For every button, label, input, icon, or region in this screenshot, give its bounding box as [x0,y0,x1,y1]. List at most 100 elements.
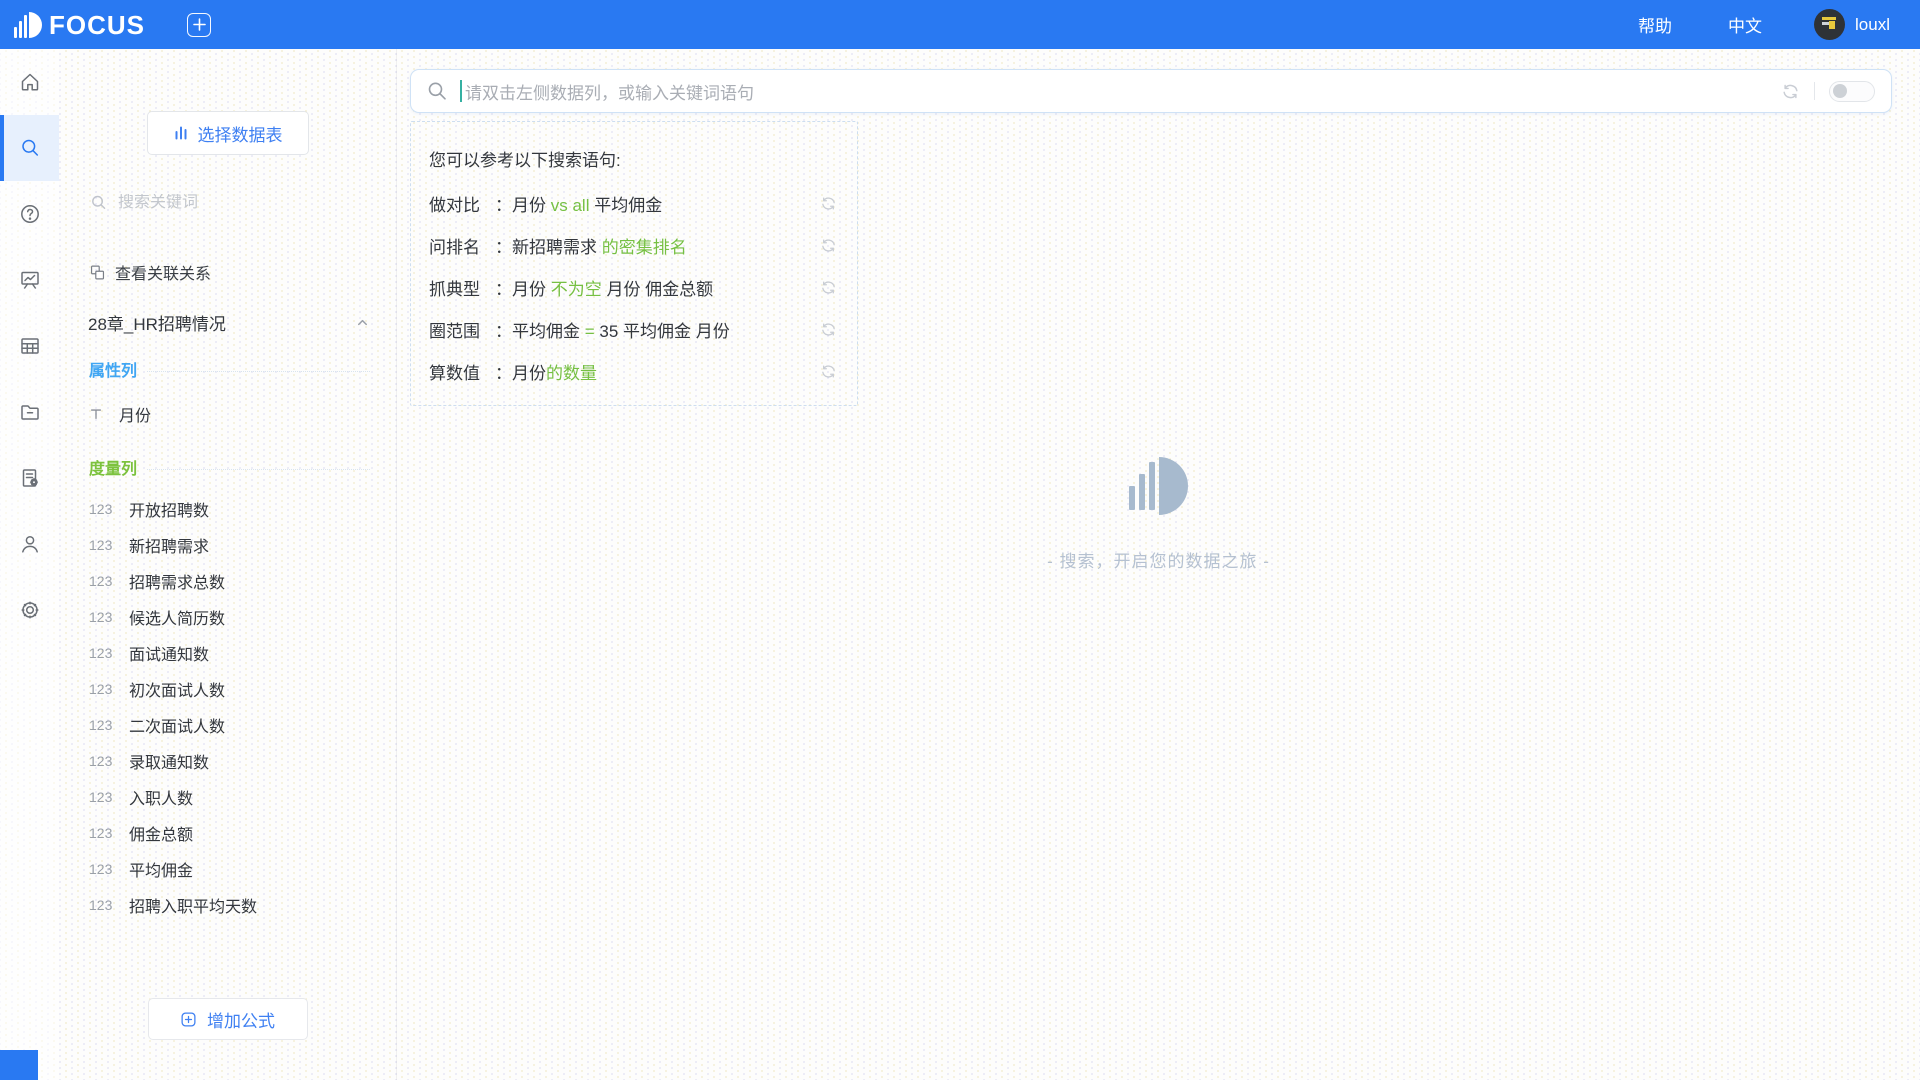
main-search-bar[interactable]: 请双击左侧数据列，或输入关键词语句 [410,69,1892,113]
top-bar: FOCUS 帮助 中文 louxl [0,0,1920,49]
suggestion-query[interactable]: 平均佣金 = 35 平均佣金 月份 [512,317,812,342]
suggestion-row: 圈范围 ： 平均佣金 = 35 平均佣金 月份 [429,319,837,339]
folder-icon [18,400,42,424]
rail-item-settings[interactable] [0,577,59,643]
brand: FOCUS [14,12,145,38]
numeric-type-icon: 123 [89,573,115,589]
select-table-button[interactable]: 选择数据表 [147,111,309,155]
suggestions-panel: 您可以参考以下搜索语句: 做对比 ： 月份 vs all 平均佣金 问排名 ： … [410,121,858,406]
suggestion-row: 算数值 ： 月份的数量 [429,361,837,381]
language-link[interactable]: 中文 [1728,12,1762,37]
left-rail [0,49,59,1080]
search-icon [18,136,42,160]
chevron-up-icon[interactable] [355,315,370,330]
refresh-icon[interactable] [1781,82,1800,101]
numeric-type-icon: 123 [89,825,115,841]
suggestion-query[interactable]: 月份 不为空 月份 佣金总额 [512,275,812,300]
dataset-header[interactable]: 28章_HR招聘情况 [88,310,370,335]
refresh-suggestion-icon[interactable] [820,321,837,338]
numeric-type-icon: 123 [89,537,115,553]
measure-list: 123 开放招聘数 123 新招聘需求 123 招聘需求总数 123 候选人简历… [59,491,396,923]
search-icon [426,80,448,102]
measure-item[interactable]: 123 录取通知数 [59,743,396,779]
rail-item-data-manage[interactable] [0,445,59,511]
attribute-label: 月份 [119,402,151,426]
gear-icon [18,598,42,622]
search-mode-toggle[interactable] [1829,81,1875,102]
data-panel: 选择数据表 查看关联关系 28章_HR招聘情况 属性列 月份 度量列 123 [59,49,397,1080]
empty-state: - 搜索，开启您的数据之旅 - [397,453,1920,572]
question-icon [18,202,42,226]
numeric-type-icon: 123 [89,717,115,733]
rail-item-pinboard[interactable] [0,247,59,313]
measure-item[interactable]: 123 候选人简历数 [59,599,396,635]
rail-item-home[interactable] [0,49,59,115]
suggestions-header: 您可以参考以下搜索语句: [429,146,837,171]
rail-item-folder[interactable] [0,379,59,445]
measure-item[interactable]: 123 平均佣金 [59,851,396,887]
rail-item-search[interactable] [0,115,59,181]
refresh-suggestion-icon[interactable] [820,237,837,254]
suggestion-query[interactable]: 月份的数量 [512,359,812,384]
numeric-type-icon: 123 [89,681,115,697]
suggestion-category: 抓典型 [429,275,495,300]
refresh-suggestion-icon[interactable] [820,195,837,212]
table-icon [18,334,42,358]
suggestion-category: 算数值 [429,359,495,384]
add-formula-button[interactable]: 增加公式 [148,998,308,1040]
main-area: 请双击左侧数据列，或输入关键词语句 您可以参考以下搜索语句: 做对比 ： 月份 … [397,49,1920,1080]
view-relations-label: 查看关联关系 [115,260,211,284]
measure-item[interactable]: 123 面试通知数 [59,635,396,671]
document-gear-icon [18,466,42,490]
suggestion-query[interactable]: 新招聘需求 的密集排名 [512,233,812,258]
measure-section-header: 度量列 [89,455,370,479]
suggestion-row: 问排名 ： 新招聘需求 的密集排名 [429,235,837,255]
measure-item[interactable]: 123 二次面试人数 [59,707,396,743]
numeric-type-icon: 123 [89,753,115,769]
search-icon [89,193,108,212]
measure-item[interactable]: 123 新招聘需求 [59,527,396,563]
main-search-placeholder[interactable]: 请双击左侧数据列，或输入关键词语句 [465,79,1781,104]
text-caret [460,80,462,102]
new-tab-button[interactable] [187,13,211,37]
divider [1814,82,1815,100]
brand-name: FOCUS [49,12,145,38]
refresh-suggestion-icon[interactable] [820,279,837,296]
suggestion-category: 圈范围 [429,317,495,342]
refresh-suggestion-icon[interactable] [820,363,837,380]
attribute-section-header: 属性列 [89,357,370,381]
avatar[interactable] [1814,9,1845,40]
measure-item[interactable]: 123 初次面试人数 [59,671,396,707]
help-link[interactable]: 帮助 [1638,12,1672,37]
suggestion-category: 做对比 [429,191,495,216]
home-icon [18,70,42,94]
rail-item-users[interactable] [0,511,59,577]
plus-square-icon [180,1011,197,1028]
relations-icon [89,264,106,281]
measure-item[interactable]: 123 入职人数 [59,779,396,815]
numeric-type-icon: 123 [89,897,115,913]
focus-logo-icon [14,12,42,38]
keyword-search-input[interactable] [118,194,318,212]
username[interactable]: louxl [1855,15,1890,35]
measure-item[interactable]: 123 开放招聘数 [59,491,396,527]
suggestion-query[interactable]: 月份 vs all 平均佣金 [512,191,812,216]
sidebar-search[interactable] [89,193,370,220]
measure-item[interactable]: 123 佣金总额 [59,815,396,851]
rail-item-tables[interactable] [0,313,59,379]
numeric-type-icon: 123 [89,501,115,517]
rail-item-help[interactable] [0,181,59,247]
view-relations-button[interactable]: 查看关联关系 [89,260,396,284]
focus-watermark-icon [1129,453,1188,515]
numeric-type-icon: 123 [89,861,115,877]
user-icon [18,532,42,556]
attribute-item-month[interactable]: 月份 [89,401,396,427]
numeric-type-icon: 123 [89,789,115,805]
feedback-widget-button[interactable] [0,1050,38,1080]
plus-icon [193,18,206,31]
text-type-icon [89,407,103,421]
suggestion-row: 抓典型 ： 月份 不为空 月份 佣金总额 [429,277,837,297]
numeric-type-icon: 123 [89,609,115,625]
measure-item[interactable]: 123 招聘入职平均天数 [59,887,396,923]
measure-item[interactable]: 123 招聘需求总数 [59,563,396,599]
